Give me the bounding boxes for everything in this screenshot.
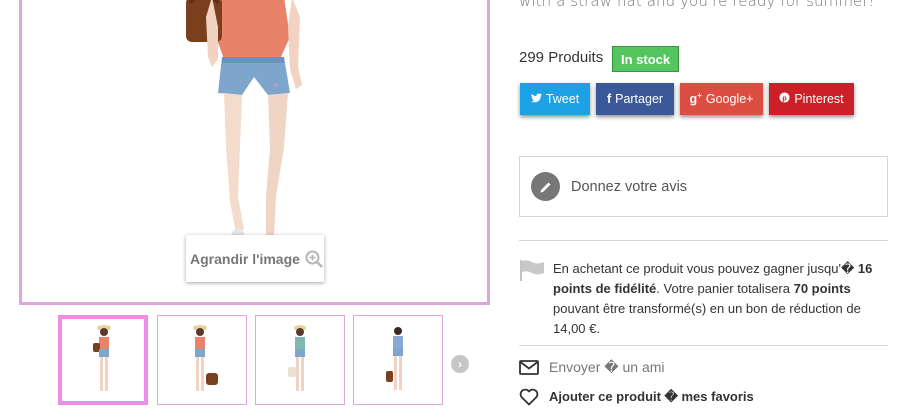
product-thumbnail-1[interactable]: [58, 315, 148, 405]
product-main-image[interactable]: Agrandir l'image: [19, 0, 490, 305]
google-plus-label: Google+: [705, 92, 754, 106]
stock-badge: In stock: [612, 46, 680, 72]
product-description: with a straw hat and you're ready for su…: [519, 0, 875, 10]
pencil-icon: [531, 172, 560, 201]
thumbnail-photo: [93, 325, 111, 391]
send-to-friend-label: Envoyer � un ami: [549, 359, 665, 375]
pinterest-icon: p: [779, 92, 790, 106]
tweet-label: Tweet: [545, 92, 580, 106]
loyalty-total: 70 points: [793, 281, 851, 296]
loyalty-text-part2: . Votre panier totalisera: [656, 281, 794, 296]
pin-pinterest-button[interactable]: p Pinterest: [769, 83, 854, 115]
thumbnail-photo: [288, 325, 306, 391]
thumbnail-photo: [193, 325, 218, 391]
twitter-icon: [530, 92, 542, 106]
divider: [519, 240, 888, 241]
facebook-icon: f: [606, 92, 612, 106]
write-review-button[interactable]: Donnez votre avis: [519, 156, 888, 217]
write-review-label: Donnez votre avis: [571, 178, 688, 195]
chevron-right-icon[interactable]: ›: [451, 355, 469, 373]
enlarge-image-button[interactable]: Agrandir l'image: [186, 235, 324, 282]
magnifier-plus-icon: [305, 250, 323, 268]
loyalty-text-part1: En achetant ce produit vous pouvez gagne…: [553, 261, 858, 276]
add-to-favorites-link[interactable]: Ajouter ce produit � mes favoris: [519, 388, 754, 406]
add-to-favorites-label: Ajouter ce produit � mes favoris: [549, 389, 754, 404]
product-quantity: 299 Produits: [519, 49, 604, 66]
loyalty-text: En achetant ce produit vous pouvez gagne…: [553, 259, 883, 339]
product-thumbnail-2[interactable]: [157, 315, 247, 405]
enlarge-image-label: Agrandir l'image: [190, 250, 300, 267]
loyalty-text-part3: pouvant être transformé(s) en un bon de …: [553, 301, 861, 336]
flag-icon: [519, 259, 545, 286]
send-to-friend-link[interactable]: Envoyer � un ami: [519, 359, 665, 376]
share-facebook-button[interactable]: f Partager: [596, 83, 674, 115]
heart-icon: [519, 388, 541, 406]
product-thumbnail-3[interactable]: [255, 315, 345, 405]
pinterest-label: Pinterest: [794, 92, 844, 106]
divider: [519, 345, 888, 346]
google-plus-icon: g+: [689, 91, 702, 107]
svg-text:p: p: [783, 93, 788, 102]
envelope-icon: [519, 360, 541, 375]
share-google-plus-button[interactable]: g+ Google+: [680, 83, 763, 115]
tweet-button[interactable]: Tweet: [520, 83, 590, 115]
facebook-label: Partager: [615, 92, 664, 106]
thumbnail-photo: [386, 327, 403, 390]
product-thumbnail-4[interactable]: [353, 315, 443, 405]
